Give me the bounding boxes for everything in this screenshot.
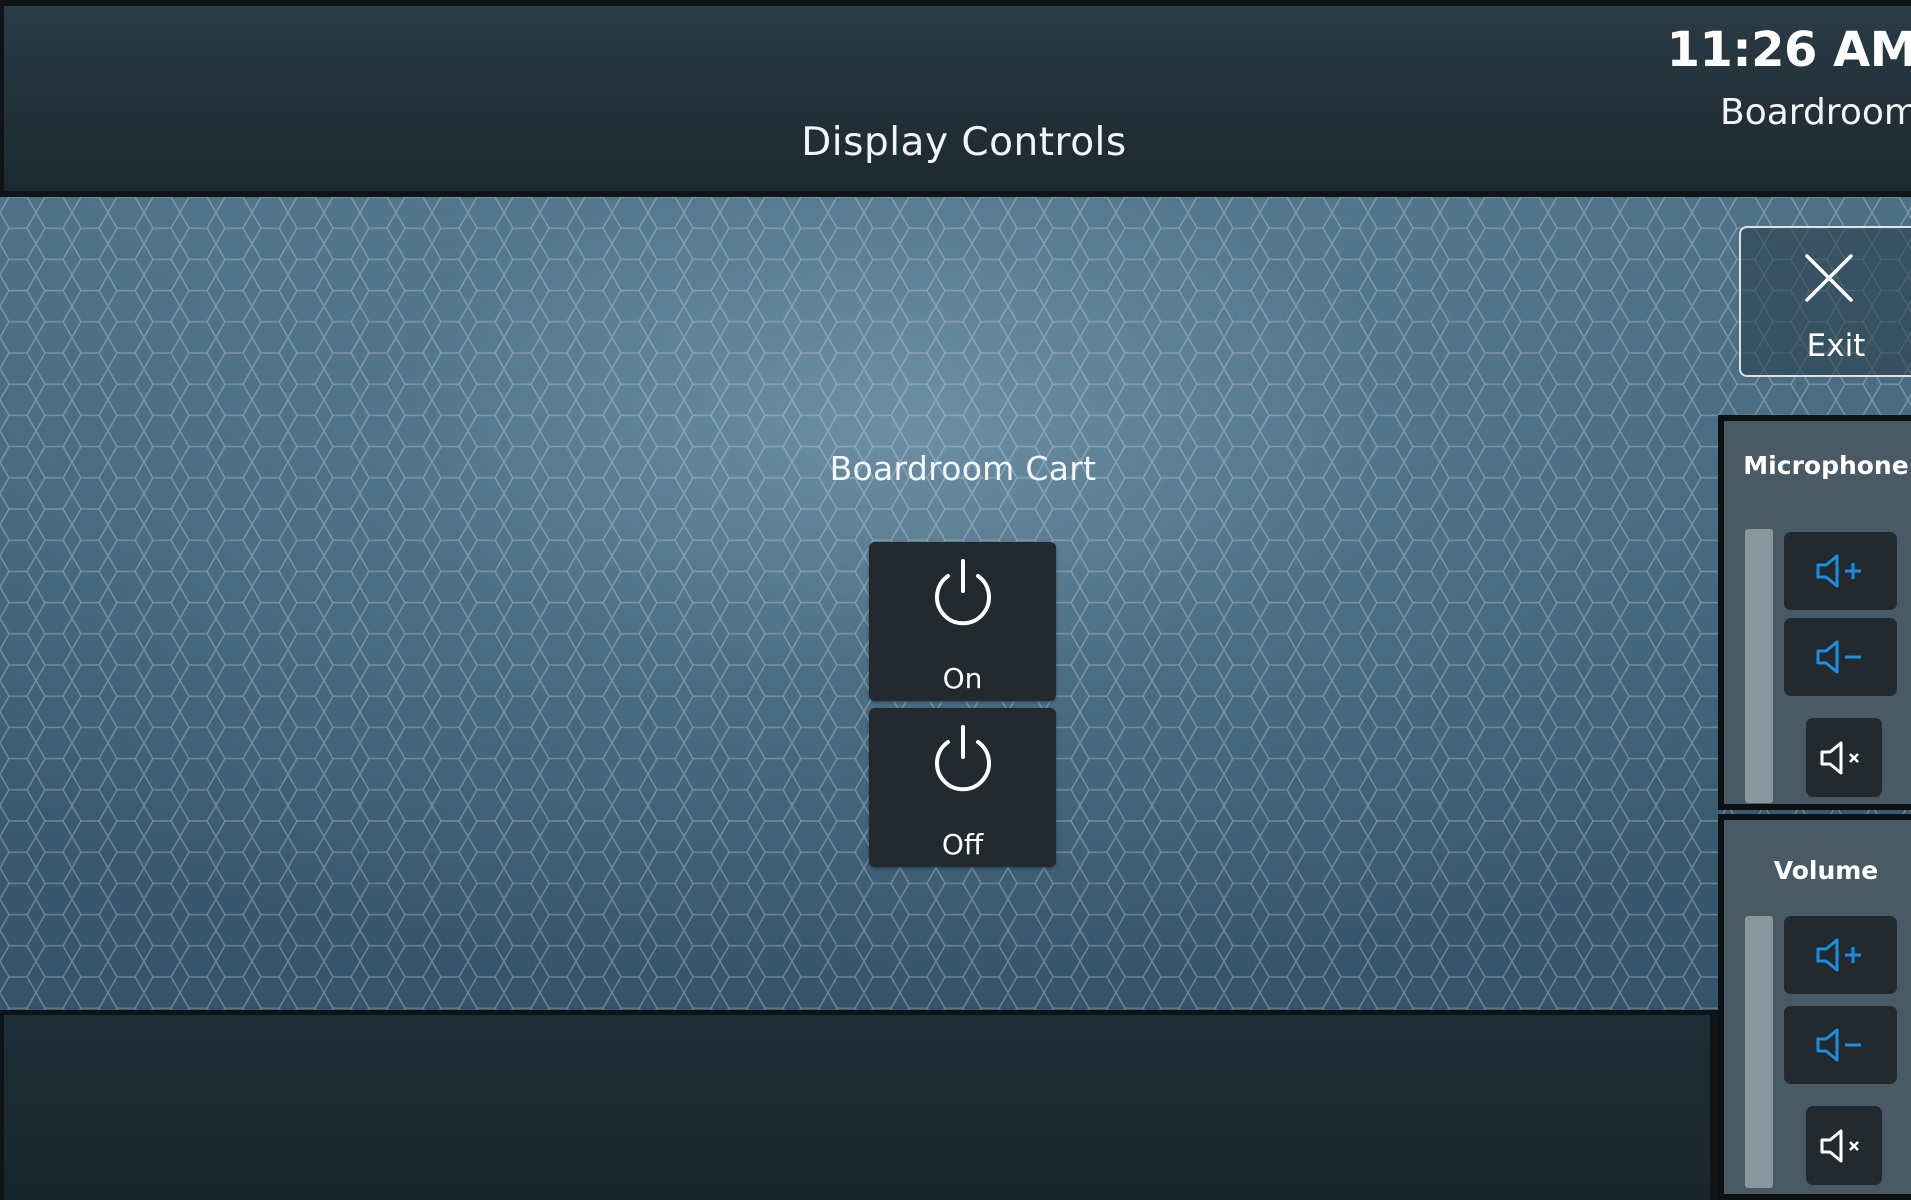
mute-icon <box>1820 741 1859 775</box>
power-on-button[interactable]: On <box>869 542 1056 701</box>
mute-icon <box>1820 1129 1859 1163</box>
power-on-label: On <box>942 662 983 695</box>
page-title: Display Controls <box>801 120 1127 165</box>
exit-label: Exit <box>1806 328 1866 364</box>
power-icon <box>935 559 991 626</box>
volume-down-icon <box>1816 640 1861 674</box>
volume-level-meter[interactable] <box>1745 916 1773 1188</box>
display-controls-screen: Display Controls 11:26 AM Boardroom Boar… <box>0 0 1911 1200</box>
volume-mute-button[interactable] <box>1806 1106 1882 1185</box>
microphone-mute-button[interactable] <box>1806 718 1882 797</box>
power-icon <box>935 725 991 792</box>
main-content: Boardroom Cart On Off <box>0 197 1911 1010</box>
header-bar: Display Controls 11:26 AM Boardroom <box>4 6 1911 191</box>
device-name: Boardroom Cart <box>829 449 1097 488</box>
volume-down-icon <box>1816 1028 1861 1062</box>
microphone-level-meter[interactable] <box>1745 529 1773 803</box>
bottom-bar <box>4 1015 1710 1200</box>
volume-title: Volume <box>1773 856 1879 885</box>
microphone-up-button[interactable] <box>1784 532 1897 610</box>
close-icon <box>1805 254 1853 302</box>
microphone-panel: Microphone <box>1718 415 1911 810</box>
volume-up-icon <box>1816 938 1861 972</box>
exit-button[interactable]: Exit <box>1739 226 1911 377</box>
microphone-title: Microphone <box>1743 451 1909 480</box>
power-off-label: Off <box>941 828 984 861</box>
volume-up-button[interactable] <box>1784 916 1897 994</box>
volume-panel: Volume <box>1718 814 1911 1200</box>
power-off-button[interactable]: Off <box>869 708 1056 867</box>
volume-up-icon <box>1816 554 1861 588</box>
microphone-down-button[interactable] <box>1784 618 1897 696</box>
room-name: Boardroom <box>1720 92 1911 133</box>
clock: 11:26 AM <box>1666 22 1911 78</box>
volume-down-button[interactable] <box>1784 1006 1897 1084</box>
